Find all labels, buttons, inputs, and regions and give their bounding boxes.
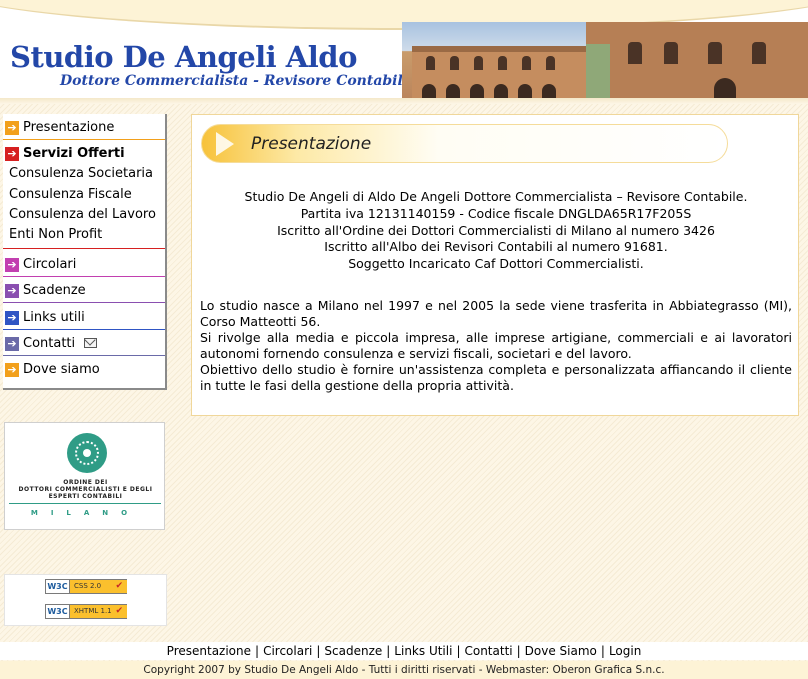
paragraph: Obiettivo dello studio è fornire un'assi… xyxy=(200,362,792,393)
arrow-right-icon: ➔ xyxy=(5,311,19,325)
menu-item-label: Links utili xyxy=(23,310,85,325)
arrow-right-icon: ➔ xyxy=(5,337,19,351)
divider xyxy=(9,503,161,504)
site-title[interactable]: Studio De Angeli Aldo xyxy=(10,40,357,74)
page-title: Presentazione xyxy=(251,134,372,154)
arrow-right-icon: ➔ xyxy=(5,258,19,272)
envelope-icon xyxy=(84,338,98,348)
separator: | xyxy=(600,644,605,658)
info-line: Soggetto Incaricato Caf Dottori Commerci… xyxy=(348,256,644,272)
xhtml-validation-badge[interactable]: W3C XHTML 1.1 ✔ xyxy=(45,604,127,619)
footer-nav: Presentazione | Circolari | Scadenze | Links U… xyxy=(0,642,808,660)
paragraph: Si rivolge alla media e piccola impresa,… xyxy=(200,330,792,361)
copyright: Copyright 2007 by Studio De Angeli Aldo … xyxy=(0,661,808,679)
ordine-emblem-icon xyxy=(67,433,107,473)
ordine-text-line3: ESPERTI CONTABILI xyxy=(48,493,123,500)
menu-item-label: Scadenze xyxy=(23,283,86,298)
arrow-right-icon: ➔ xyxy=(5,363,19,377)
info-line: Partita iva 12131140159 - Codice fiscale… xyxy=(300,205,692,221)
ordine-city: MILANO xyxy=(30,509,141,517)
menu-item-label: Circolari xyxy=(23,257,77,272)
header-bottom-fade xyxy=(0,98,808,104)
footer-link-login[interactable]: Login xyxy=(609,644,641,658)
footer-link-links-utili[interactable]: Links Utili xyxy=(394,644,452,658)
arrow-right-icon: ➔ xyxy=(5,284,19,298)
menu-item-label: Presentazione xyxy=(23,120,115,135)
menu-item-label: Servizi Offerti xyxy=(23,146,125,161)
check-icon: ✔ xyxy=(115,581,123,591)
footer-link-presentazione[interactable]: Presentazione xyxy=(167,644,251,658)
arrow-right-icon: ➔ xyxy=(5,147,19,161)
menu-item-scadenze[interactable]: ➔ Scadenze xyxy=(3,281,165,303)
info-line: Iscritto all'Ordine dei Dottori Commerci… xyxy=(277,222,715,238)
menu-item-circolari[interactable]: ➔ Circolari xyxy=(3,255,165,277)
ordine-text-line1: ORDINE DEI xyxy=(63,479,108,486)
header-photo xyxy=(402,22,808,104)
submenu-item-enti-non-profit[interactable]: Enti Non Profit xyxy=(9,226,102,244)
w3c-logo-icon: W3C xyxy=(46,580,70,593)
arrow-right-icon: ➔ xyxy=(5,121,19,135)
separator: | xyxy=(456,644,461,658)
w3c-logo-icon: W3C xyxy=(46,605,70,618)
arrow-right-icon xyxy=(216,132,234,156)
ordine-commercialisti-logo[interactable]: ORDINE DEI DOTTORI COMMERCIALISTI E DEGL… xyxy=(4,422,165,530)
separator: | xyxy=(516,644,521,658)
menu-item-label: Contatti xyxy=(23,336,76,351)
menu-item-contatti[interactable]: ➔ Contatti xyxy=(3,334,165,356)
footer-link-scadenze[interactable]: Scadenze xyxy=(324,644,382,658)
info-line: Iscritto all'Albo dei Revisori Contabili… xyxy=(324,239,668,255)
check-icon: ✔ xyxy=(115,606,123,616)
footer-link-contatti[interactable]: Contatti xyxy=(464,644,512,658)
footer-link-circolari[interactable]: Circolari xyxy=(263,644,312,658)
menu-item-servizi-offerti[interactable]: ➔ Servizi Offerti xyxy=(3,144,165,166)
main-content: Presentazione Studio De Angeli di Aldo D… xyxy=(191,114,799,416)
menu-item-dove-siamo[interactable]: ➔ Dove siamo xyxy=(3,360,165,382)
paragraph: Lo studio nasce a Milano nel 1997 e nel … xyxy=(200,298,792,329)
studio-info: Studio De Angeli di Aldo De Angeli Dotto… xyxy=(200,189,792,273)
css-validation-badge[interactable]: W3C CSS 2.0 ✔ xyxy=(45,579,127,594)
separator: | xyxy=(316,644,321,658)
submenu-item-consulenza-fiscale[interactable]: Consulenza Fiscale xyxy=(9,186,132,204)
title-bar: Presentazione xyxy=(201,124,728,163)
menu-item-label: Dove siamo xyxy=(23,362,100,377)
menu-item-presentazione[interactable]: ➔ Presentazione xyxy=(3,118,165,140)
validation-badges: W3C CSS 2.0 ✔ W3C XHTML 1.1 ✔ xyxy=(4,574,167,626)
submenu-item-consulenza-societaria[interactable]: Consulenza Societaria xyxy=(9,165,153,183)
divider xyxy=(3,248,165,249)
submenu-item-consulenza-lavoro[interactable]: Consulenza del Lavoro xyxy=(9,206,156,224)
site-subtitle: Dottore Commercialista - Revisore Contab… xyxy=(60,73,412,89)
menu-item-links-utili[interactable]: ➔ Links utili xyxy=(3,308,165,330)
separator: | xyxy=(255,644,260,658)
footer-link-dove-siamo[interactable]: Dove Siamo xyxy=(525,644,597,658)
separator: | xyxy=(386,644,391,658)
sidebar-menu: ➔ Presentazione ➔ Servizi Offerti Consul… xyxy=(3,114,167,390)
site-header: Studio De Angeli Aldo Dottore Commercial… xyxy=(0,0,808,104)
info-line: Studio De Angeli di Aldo De Angeli Dotto… xyxy=(244,189,748,204)
ordine-text-line2: DOTTORI COMMERCIALISTI E DEGLI xyxy=(18,486,153,493)
studio-description: Lo studio nasce a Milano nel 1997 e nel … xyxy=(200,298,792,394)
